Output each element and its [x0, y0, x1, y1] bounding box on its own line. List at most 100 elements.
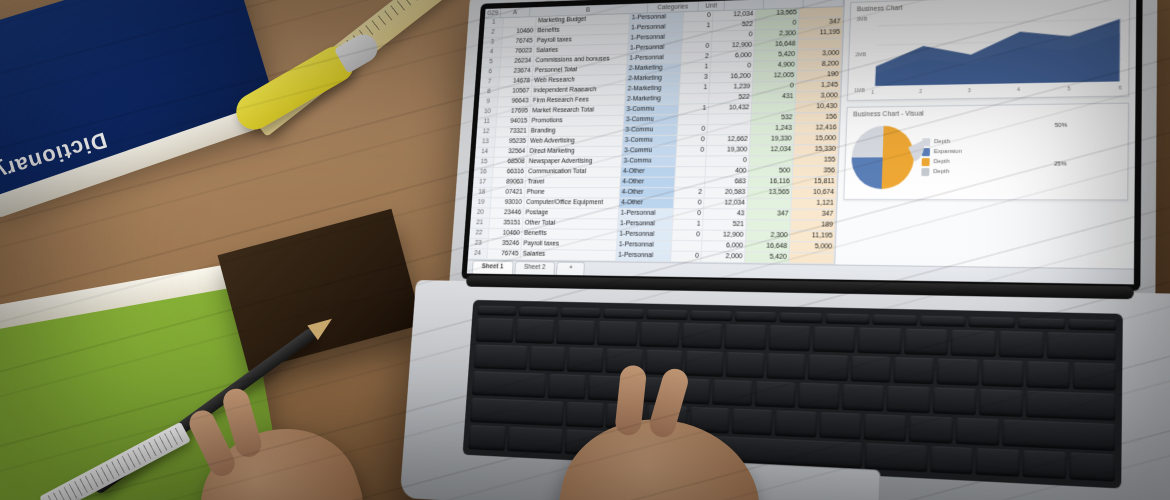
table-row[interactable]: 1789063Travel4-Other68316,11615,811	[473, 178, 838, 189]
cell-desc[interactable]: Travel	[525, 178, 620, 187]
key[interactable]	[1072, 362, 1116, 390]
cell-v2[interactable]	[749, 156, 793, 166]
cell-v2[interactable]: 0	[753, 82, 797, 92]
cell-v1[interactable]: 12,900	[702, 231, 746, 241]
cell-v1[interactable]: 43	[703, 210, 747, 220]
key[interactable]	[1027, 361, 1070, 389]
cell-v1[interactable]: 16,200	[710, 72, 753, 82]
row-number[interactable]: 17	[473, 178, 493, 187]
key[interactable]	[567, 347, 604, 372]
cell-desc[interactable]: Market Research Total	[530, 106, 625, 117]
cell-unit[interactable]: 1	[681, 63, 711, 73]
row-number[interactable]: 10	[478, 108, 498, 117]
cell-desc[interactable]: Other Total	[523, 219, 619, 229]
cell-v1[interactable]: 522	[713, 20, 756, 31]
cell-no[interactable]: 94015	[496, 117, 530, 127]
key[interactable]	[864, 443, 928, 472]
key[interactable]	[873, 315, 918, 326]
key[interactable]	[1026, 391, 1116, 421]
tab-sheet-1[interactable]: Sheet 1	[472, 260, 513, 274]
row-number[interactable]: 19	[471, 199, 491, 208]
key[interactable]	[470, 398, 564, 426]
cell-v1[interactable]: 10,432	[709, 104, 753, 114]
row-number[interactable]: 5	[481, 58, 501, 67]
cell-desc[interactable]: Independent Raaearch	[531, 85, 626, 96]
cell-v1[interactable]: 400	[705, 167, 749, 177]
cell-unit[interactable]: 0	[682, 42, 712, 52]
cell-unit[interactable]: 0	[673, 209, 704, 219]
cell-category[interactable]: 3-Commu	[624, 105, 679, 115]
cell-category[interactable]: 1-Personnal	[629, 23, 683, 34]
key[interactable]	[858, 327, 902, 354]
cell-v3[interactable]: 10,674	[792, 188, 837, 198]
row-number[interactable]: 11	[477, 118, 497, 127]
cell-no[interactable]: 66316	[493, 168, 527, 177]
key[interactable]	[685, 351, 724, 377]
cell-v3[interactable]	[789, 253, 834, 264]
cell-v3[interactable]: 1,245	[796, 81, 841, 91]
key[interactable]	[1070, 452, 1115, 481]
cell-v1[interactable]: 521	[703, 220, 747, 230]
cell-v2[interactable]: 16,648	[754, 40, 798, 51]
key[interactable]	[826, 314, 870, 325]
cell-v3[interactable]: 155	[793, 156, 838, 166]
key[interactable]	[887, 386, 930, 414]
cell-desc[interactable]: Benefits	[522, 229, 618, 239]
row-number[interactable]: 3	[483, 38, 503, 48]
cell-category[interactable]: 1-Personnal	[619, 209, 674, 219]
key[interactable]	[690, 310, 732, 321]
key[interactable]	[893, 357, 934, 384]
key[interactable]	[1022, 450, 1067, 479]
key[interactable]	[725, 352, 764, 378]
cell-v2[interactable]: 13,565	[756, 9, 800, 20]
cell-no[interactable]: 96643	[498, 97, 532, 107]
cell-category[interactable]: 1-Personnal	[617, 230, 672, 240]
cell-v2[interactable]: 500	[749, 167, 793, 177]
row-number[interactable]: 6	[481, 68, 501, 77]
cell-no[interactable]: 23674	[500, 67, 533, 77]
cell-desc[interactable]: Direct Marketing	[527, 147, 622, 157]
key[interactable]	[955, 418, 999, 446]
cell-no[interactable]: 76745	[487, 250, 521, 260]
cell-category[interactable]: 1-Personnal	[616, 251, 671, 261]
cell-category[interactable]: 2-Marketing	[626, 74, 681, 84]
key[interactable]	[775, 410, 817, 437]
cell-v1[interactable]: 0	[712, 31, 755, 42]
cell-v2[interactable]: 4,900	[754, 61, 798, 71]
key[interactable]	[979, 389, 1023, 417]
row-number[interactable]: 1	[484, 18, 504, 28]
cell-unit[interactable]	[672, 241, 703, 251]
name-box[interactable]: G29	[485, 8, 501, 18]
col-categories[interactable]: Categories	[648, 2, 699, 13]
cell-unit[interactable]	[675, 178, 706, 188]
key[interactable]	[937, 358, 979, 385]
row-number[interactable]: 2	[484, 28, 504, 38]
cell-no[interactable]: 76023	[501, 47, 534, 57]
cell-unit[interactable]: 0	[677, 146, 707, 156]
cell-no[interactable]: 93010	[491, 199, 525, 208]
row-number[interactable]: 18	[472, 188, 492, 197]
cell-no[interactable]: 26234	[501, 57, 534, 67]
row-number[interactable]: 4	[482, 48, 502, 57]
cell-v1[interactable]	[708, 114, 752, 124]
tab-add[interactable]: +	[556, 262, 585, 276]
cell-no[interactable]: 95235	[495, 137, 529, 146]
key[interactable]	[780, 312, 824, 323]
cell-desc[interactable]: Firm Research Fees	[531, 95, 626, 106]
key[interactable]	[646, 309, 688, 320]
cell-desc[interactable]: Communication Total	[526, 168, 621, 178]
cell-category[interactable]: 2-Marketing	[625, 95, 680, 105]
table-row[interactable]: 1807421Phone4-Other220,58313,56510,674	[472, 188, 837, 199]
col-unit[interactable]: Unit	[698, 1, 725, 11]
key[interactable]	[808, 355, 848, 382]
cell-v2[interactable]	[747, 199, 792, 209]
key[interactable]	[768, 325, 811, 351]
cell-no[interactable]: 89063	[492, 178, 526, 187]
key[interactable]	[850, 356, 891, 383]
cell-v2[interactable]: 12,005	[753, 71, 797, 81]
cell-no[interactable]: 10460	[489, 229, 523, 239]
cell-category[interactable]: 1-Personnal	[618, 220, 673, 230]
cell-v3[interactable]: 15,811	[792, 178, 837, 188]
key[interactable]	[556, 320, 596, 345]
key[interactable]	[712, 380, 753, 407]
